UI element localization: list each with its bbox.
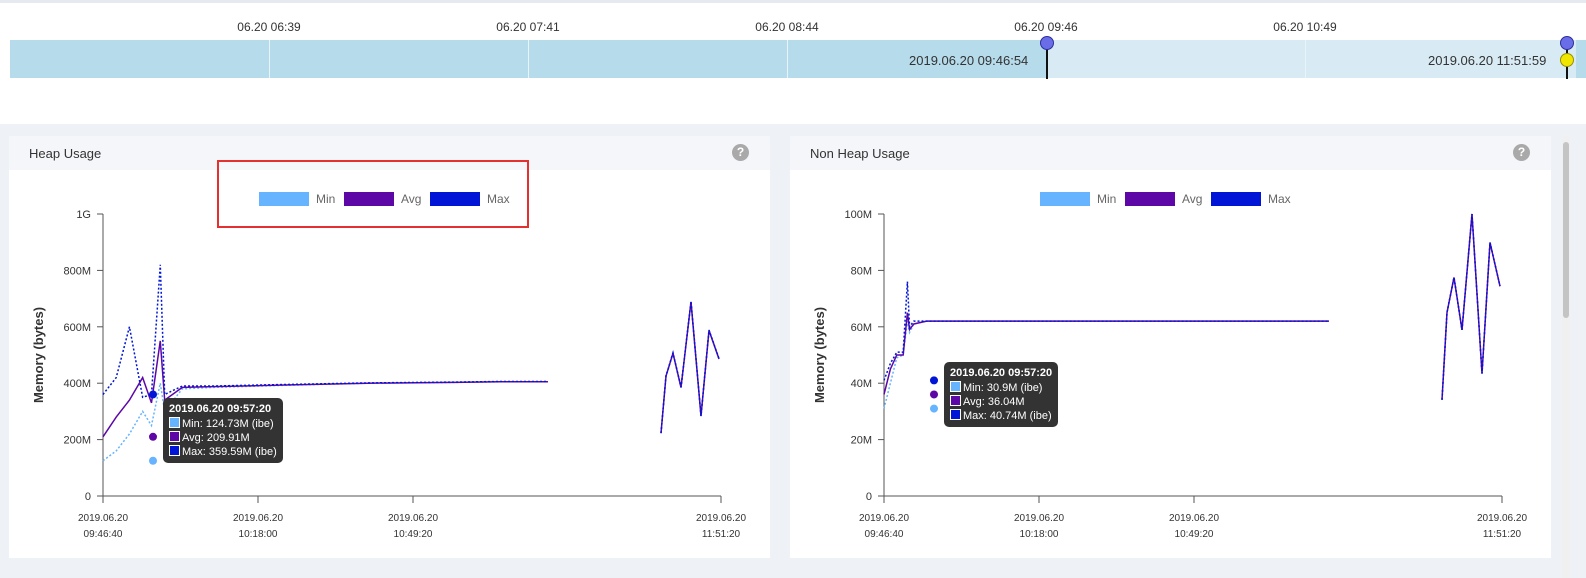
tooltip-avg-row: Avg: 209.91M (169, 431, 277, 445)
range-start-label: 2019.06.20 09:46:54 (909, 53, 1029, 68)
legend-max-swatch (1211, 192, 1261, 206)
tooltip-max-row: Max: 40.74M (ibe) (950, 409, 1052, 423)
x-tick-time: 10:18:00 (239, 529, 278, 540)
legend-highlight-box (217, 160, 529, 228)
y-tick-label: 600M (63, 322, 91, 334)
series-avg-tail (660, 301, 720, 434)
y-tick-label: 60M (851, 322, 872, 334)
y-tick-label: 200M (63, 435, 91, 447)
y-tick-label: 80M (851, 265, 872, 277)
timeline-divider (787, 40, 788, 78)
timeline-divider (528, 40, 529, 78)
avg-swatch-icon (169, 431, 180, 442)
timeline-tick: 06.20 08:44 (755, 20, 819, 34)
series-avg-marker (930, 390, 938, 399)
x-tick-date: 2019.06.20 (696, 513, 746, 524)
timeline-divider (269, 40, 270, 78)
min-swatch-icon (950, 381, 961, 392)
legend-min-label: Min (1097, 192, 1116, 206)
series-max-marker (149, 390, 157, 399)
x-tick-date: 2019.06.20 (1014, 513, 1064, 524)
x-tick-time: 10:49:20 (394, 529, 433, 540)
x-tick-time: 09:46:40 (865, 529, 904, 540)
series-max-tail (660, 301, 720, 434)
x-tick-date: 2019.06.20 (1477, 513, 1527, 524)
non-heap-usage-panel: Non Heap Usage ? Min Avg Max 0 20M 40M 60M 80M 1… (790, 136, 1551, 558)
x-tick-date: 2019.06.20 (78, 513, 128, 524)
y-axis-label: Memory (bytes) (812, 307, 827, 403)
x-tick-date: 2019.06.20 (388, 513, 438, 524)
tooltip-min-row: Min: 30.9M (ibe) (950, 381, 1052, 395)
tooltip-min-row: Min: 124.73M (ibe) (169, 417, 277, 431)
y-tick-label: 100M (844, 209, 872, 221)
series-max-line (102, 264, 548, 399)
tooltip-avg-row: Avg: 36.04M (950, 395, 1052, 409)
y-tick-label: 20M (851, 435, 872, 447)
timeline-divider (1305, 40, 1306, 78)
timeline-tick: 06.20 09:46 (1014, 20, 1078, 34)
legend-avg-label: Avg (1182, 192, 1202, 206)
series-max-marker (930, 376, 938, 385)
scrollbar-thumb[interactable] (1563, 142, 1569, 318)
max-swatch-icon (950, 409, 961, 420)
min-swatch-icon (169, 417, 180, 428)
series-min-tail (1441, 213, 1501, 400)
legend-min-swatch (1040, 192, 1090, 206)
timeline-tick: 06.20 10:49 (1273, 20, 1337, 34)
y-tick-label: 400M (63, 378, 91, 390)
tooltip-min: Min: 124.73M (ibe) (182, 418, 274, 430)
legend-max-label: Max (1268, 192, 1291, 206)
y-tick-label: 40M (851, 378, 872, 390)
timeline-tick: 06.20 06:39 (237, 20, 301, 34)
y-tick-label: 0 (866, 491, 872, 503)
range-end-marker[interactable] (1560, 53, 1574, 67)
range-end-label: 2019.06.20 11:51:59 (1428, 53, 1547, 68)
tooltip-max-row: Max: 359.59M (ibe) (169, 445, 277, 459)
series-avg-tail (1441, 213, 1501, 400)
non-heap-tooltip: 2019.06.20 09:57:20 Min: 30.9M (ibe) Avg… (944, 362, 1059, 427)
range-end-knob[interactable] (1560, 36, 1574, 50)
series-avg-marker (149, 432, 157, 441)
y-axis-label: Memory (bytes) (31, 307, 46, 403)
range-start-knob[interactable] (1040, 36, 1054, 50)
non-heap-usage-chart: Min Avg Max 0 20M 40M 60M 80M 100M 2019.06.20 09:4… (812, 192, 1527, 540)
x-tick-date: 2019.06.20 (233, 513, 283, 524)
y-tick-label: 1G (76, 209, 91, 221)
timeline-tick: 06.20 07:41 (496, 20, 560, 34)
tooltip-title: 2019.06.20 09:57:20 (950, 367, 1053, 379)
x-tick-time: 10:49:20 (1175, 529, 1214, 540)
tooltip-avg: Avg: 36.04M (963, 396, 1025, 408)
avg-swatch-icon (950, 395, 961, 406)
tooltip-min: Min: 30.9M (ibe) (963, 382, 1043, 394)
tooltip-avg: Avg: 209.91M (182, 432, 250, 444)
y-tick-label: 0 (85, 491, 91, 503)
tooltip-title: 2019.06.20 09:57:20 (169, 403, 272, 415)
x-tick-date: 2019.06.20 (859, 513, 909, 524)
series-min-tail (660, 301, 720, 434)
x-tick-time: 11:51:20 (1483, 529, 1522, 540)
tooltip-max: Max: 359.59M (ibe) (182, 446, 277, 458)
y-tick-label: 800M (63, 265, 91, 277)
x-tick-time: 09:46:40 (84, 529, 123, 540)
series-max-tail (1441, 213, 1501, 400)
tooltip-max: Max: 40.74M (ibe) (963, 410, 1052, 422)
x-tick-time: 11:51:20 (702, 529, 741, 540)
heap-tooltip: 2019.06.20 09:57:20 Min: 124.73M (ibe) A… (163, 398, 283, 463)
max-swatch-icon (169, 445, 180, 456)
series-min-marker (930, 404, 938, 413)
chart-legend: Min Avg Max (1040, 192, 1291, 206)
series-min-marker (149, 456, 157, 465)
legend-avg-swatch (1125, 192, 1175, 206)
x-tick-time: 10:18:00 (1020, 529, 1059, 540)
x-tick-date: 2019.06.20 (1169, 513, 1219, 524)
